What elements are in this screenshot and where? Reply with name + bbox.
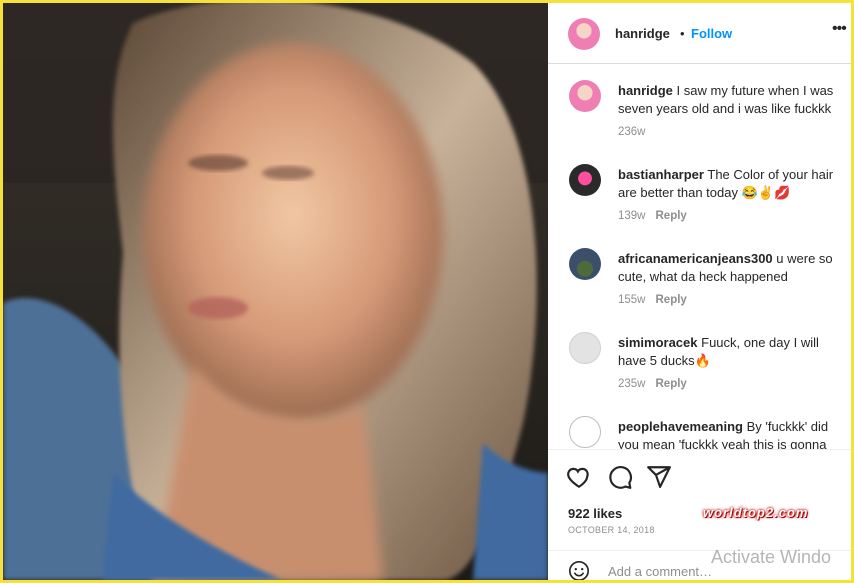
comment-meta: 236w [618, 126, 646, 138]
comment-meta: 235w Reply [618, 378, 687, 390]
reply-button[interactable]: Reply [656, 378, 687, 390]
activate-windows-overlay: Activate Windo [711, 547, 832, 567]
commenter-avatar[interactable] [569, 248, 601, 280]
smile-icon[interactable] [568, 560, 590, 580]
commenter-avatar[interactable] [569, 332, 601, 364]
comments-list[interactable]: hanridge I saw my future when I was seve… [548, 64, 851, 449]
comment-username[interactable]: peoplehavemeaning [618, 419, 743, 434]
comment-text: peoplehavemeaning By 'fuckkk' did you me… [618, 418, 844, 449]
comment-meta: 139w Reply [618, 210, 687, 222]
comment-text: simimoracek Fuuck, one day I will have 5… [618, 334, 844, 370]
comment-username[interactable]: africanamericanjeans300 [618, 251, 773, 266]
commenter-avatar[interactable] [569, 80, 601, 112]
instagram-post-embed: hanridge • Follow ••• hanridge I saw my … [3, 3, 851, 580]
post-sidebar: hanridge • Follow ••• hanridge I saw my … [548, 3, 851, 580]
author-username[interactable]: hanridge [615, 26, 670, 41]
reply-button[interactable]: Reply [656, 210, 687, 222]
send-icon[interactable] [646, 464, 672, 490]
separator-dot: • [680, 26, 685, 41]
author-avatar[interactable] [568, 18, 600, 50]
follow-button[interactable]: Follow [691, 26, 732, 41]
portrait-image [3, 3, 548, 580]
post-actions: 922 likes OCTOBER 14, 2018 worldtop2.com… [548, 449, 851, 580]
post-date: OCTOBER 14, 2018 [568, 525, 655, 535]
comment-time: 139w [618, 210, 646, 222]
comment-text: bastianharper The Color of your hair are… [618, 166, 844, 202]
comment-username[interactable]: bastianharper [618, 167, 704, 182]
commenter-avatar[interactable] [569, 416, 601, 448]
comment-time: 236w [618, 126, 646, 138]
heart-icon[interactable] [566, 464, 592, 490]
add-comment-input[interactable]: Add a comment… [608, 564, 712, 579]
comment-username[interactable]: hanridge [618, 83, 673, 98]
likes-count[interactable]: 922 likes [568, 506, 622, 521]
comment-time: 235w [618, 378, 646, 390]
comment-text: hanridge I saw my future when I was seve… [618, 82, 844, 118]
comment-time: 155w [618, 294, 646, 306]
watermark-text: worldtop2.com [703, 505, 809, 520]
comment-username[interactable]: simimoracek [618, 335, 698, 350]
comment-text: africanamericanjeans300 u were so cute, … [618, 250, 844, 286]
comment-meta: 155w Reply [618, 294, 687, 306]
post-photo[interactable] [3, 3, 548, 580]
post-header: hanridge • Follow ••• [548, 3, 851, 64]
comment-icon[interactable] [607, 464, 633, 490]
commenter-avatar[interactable] [569, 164, 601, 196]
more-options-icon[interactable]: ••• [832, 20, 847, 38]
reply-button[interactable]: Reply [656, 294, 687, 306]
